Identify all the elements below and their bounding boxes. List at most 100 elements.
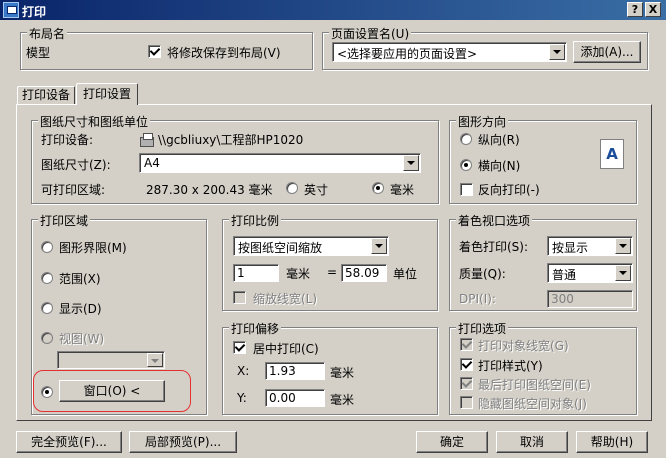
layout-name: 模型 (26, 46, 51, 60)
window-title: 打印 (22, 5, 47, 19)
help-button[interactable]: 帮助(H) (576, 431, 648, 453)
shade-plot-select[interactable]: 按显示 (547, 236, 633, 256)
print-area-group-label: 打印区域 (38, 212, 91, 229)
layout-group-label: 布局名 (27, 25, 68, 42)
viewport-group: 着色视口选项 着色打印(S): 按显示 质量(Q): 普通 DPI(I): 30… (449, 212, 637, 311)
offset-group-label: 打印偏移 (229, 320, 282, 337)
view-select[interactable] (57, 351, 165, 369)
title-bar: 打印 ? X (0, 0, 666, 20)
landscape-label[interactable]: 横向(N) (478, 157, 520, 174)
scale-left-unit: 毫米 (286, 267, 311, 281)
plot-lineweights-label: 打印对象线宽(G) (478, 339, 569, 353)
chevron-down-icon[interactable] (403, 155, 419, 171)
plot-lineweights-checkbox[interactable] (460, 338, 473, 351)
offset-x-unit: 毫米 (330, 366, 355, 380)
scale-lineweights-label: 缩放线宽(L) (253, 292, 318, 306)
device-label: 打印设备: (41, 133, 94, 147)
chevron-down-icon[interactable] (371, 238, 387, 254)
tab-plot-device[interactable]: 打印设备 (17, 86, 75, 104)
printer-icon (140, 133, 154, 147)
add-page-setup-button[interactable]: 添加(A)... (573, 41, 641, 63)
display-label[interactable]: 显示(D) (59, 300, 102, 317)
orientation-group: 图形方向 纵向(R) 横向(N) 反向打印(-) A (449, 113, 637, 204)
paper-size-value: A4 (144, 156, 160, 170)
scale-left-input[interactable]: 1 (233, 264, 279, 282)
paper-group-label: 图纸尺寸和图纸单位 (38, 113, 151, 130)
device-value: \\gcbliuxy\工程部HP1020 (158, 133, 304, 147)
tab-plot-settings[interactable]: 打印设置 (76, 83, 138, 105)
hide-objects-label: 隐藏图纸空间对象(J) (478, 397, 587, 411)
unit-mm-label[interactable]: 毫米 (390, 181, 414, 198)
ok-button[interactable]: 确定 (416, 431, 488, 453)
scale-value: 按图纸空间缩放 (238, 241, 323, 255)
cancel-button[interactable]: 取消 (496, 431, 568, 453)
scale-select[interactable]: 按图纸空间缩放 (233, 236, 389, 256)
quality-label: 质量(Q): (459, 267, 506, 281)
viewport-group-label: 着色视口选项 (456, 212, 533, 229)
page-setup-group-label: 页面设置名(U) (329, 25, 412, 42)
view-label: 视图(W) (59, 332, 105, 346)
unit-inch-label[interactable]: 英寸 (304, 181, 328, 198)
offset-y-input[interactable]: 0.00 (265, 389, 325, 407)
quality-select[interactable]: 普通 (547, 263, 633, 283)
chevron-down-icon[interactable] (147, 353, 163, 367)
unit-inch-radio[interactable] (286, 182, 298, 194)
red-highlight-annotation (33, 370, 191, 412)
chevron-down-icon[interactable] (549, 44, 565, 60)
offset-x-label: X: (237, 364, 250, 378)
portrait-radio[interactable] (460, 133, 472, 145)
extents-radio[interactable] (41, 272, 53, 284)
quality-value: 普通 (552, 268, 577, 282)
offset-x-input[interactable]: 1.93 (265, 362, 325, 380)
layout-group: 布局名 模型 将修改保存到布局(V) (20, 25, 313, 70)
options-group: 打印选项 打印对象线宽(G) 打印样式(Y) 最后打印图纸空间(E) 隐藏图纸空… (449, 320, 637, 415)
portrait-label[interactable]: 纵向(R) (478, 131, 520, 148)
full-preview-button[interactable]: 完全预览(F)... (16, 431, 122, 453)
reverse-print-label[interactable]: 反向打印(-) (478, 181, 540, 198)
shade-plot-label: 着色打印(S): (459, 240, 529, 254)
plot-styles-checkbox[interactable] (460, 358, 473, 371)
reverse-print-checkbox[interactable] (460, 183, 473, 196)
help-title-button[interactable]: ? (627, 2, 643, 17)
center-plot-label[interactable]: 居中打印(C) (253, 340, 319, 357)
orientation-group-label: 图形方向 (456, 113, 509, 130)
dpi-input[interactable]: 300 (547, 290, 633, 308)
limits-label[interactable]: 图形界限(M) (59, 239, 127, 256)
offset-y-label: Y: (237, 391, 247, 405)
scale-group-label: 打印比例 (229, 212, 282, 229)
partial-preview-button[interactable]: 局部预览(P)... (129, 431, 237, 453)
paperspace-last-checkbox[interactable] (460, 377, 473, 390)
scale-equals: = (327, 265, 338, 279)
save-changes-label[interactable]: 将修改保存到布局(V) (167, 44, 281, 61)
center-plot-checkbox[interactable] (233, 341, 246, 354)
paper-group: 图纸尺寸和图纸单位 打印设备: \\gcbliuxy\工程部HP1020 图纸尺… (31, 113, 439, 204)
paper-size-label: 图纸尺寸(Z): (41, 158, 111, 172)
dpi-label: DPI(I): (459, 292, 496, 306)
page-setup-value: <选择要应用的页面设置> (337, 47, 478, 61)
page-setup-select[interactable]: <选择要应用的页面设置> (332, 42, 567, 62)
close-icon[interactable]: X (645, 2, 661, 17)
app-icon (3, 2, 19, 18)
limits-radio[interactable] (41, 241, 53, 253)
unit-mm-radio[interactable] (372, 182, 384, 194)
offset-group: 打印偏移 居中打印(C) X: 1.93 毫米 Y: 0.00 毫米 (222, 320, 438, 415)
paperspace-last-label: 最后打印图纸空间(E) (478, 378, 591, 392)
save-changes-checkbox[interactable] (148, 45, 161, 58)
landscape-radio[interactable] (460, 159, 472, 171)
plot-styles-label[interactable]: 打印样式(Y) (478, 357, 543, 374)
printable-area-label: 可打印区域: (41, 183, 106, 197)
paper-size-select[interactable]: A4 (139, 153, 421, 173)
page-setup-group: 页面设置名(U) <选择要应用的页面设置> 添加(A)... (322, 25, 648, 70)
display-radio[interactable] (41, 302, 53, 314)
scale-right-input[interactable]: 58.09 (341, 264, 387, 282)
chevron-down-icon[interactable] (615, 238, 631, 254)
printable-area-value: 287.30 x 200.43 毫米 (146, 183, 273, 197)
view-radio[interactable] (41, 332, 53, 344)
offset-y-unit: 毫米 (330, 393, 355, 407)
extents-label[interactable]: 范围(X) (59, 270, 101, 287)
paper-orientation-icon: A (600, 139, 624, 169)
hide-objects-checkbox[interactable] (460, 396, 473, 409)
chevron-down-icon[interactable] (615, 265, 631, 281)
scale-lineweights-checkbox[interactable] (233, 291, 246, 304)
scale-group: 打印比例 按图纸空间缩放 1 毫米 = 58.09 单位 缩放线宽(L) (222, 212, 438, 311)
